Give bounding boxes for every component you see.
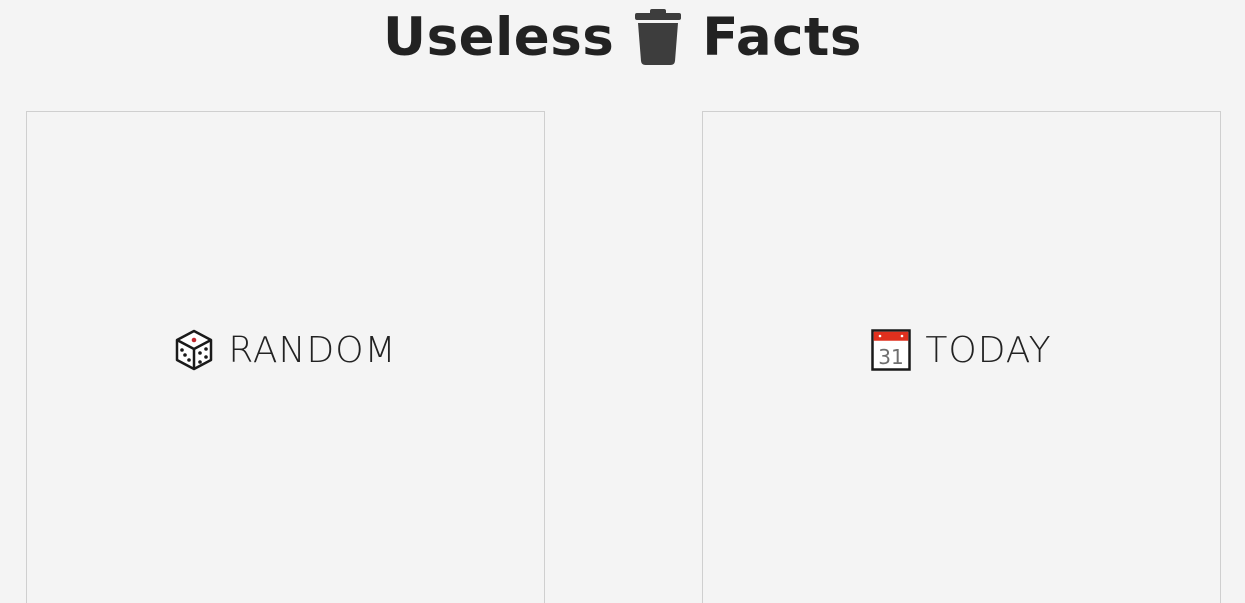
today-card-label: TODAY [925, 329, 1052, 371]
today-fact-card[interactable]: 31 TODAY [702, 111, 1221, 603]
random-card-label: RANDOM [228, 329, 397, 371]
calendar-icon: 31 [871, 329, 912, 371]
trash-icon [632, 8, 684, 66]
page: Useless Facts RANDOM 31 TODAY [0, 0, 1245, 603]
random-card-content: RANDOM [174, 329, 396, 371]
header: Useless Facts [0, 0, 1245, 74]
calendar-day-number: 31 [879, 345, 904, 369]
title-text-useless: Useless [383, 6, 615, 68]
random-fact-card[interactable]: RANDOM [26, 111, 545, 603]
today-card-content: 31 TODAY [871, 329, 1051, 371]
page-title: Useless Facts [383, 8, 862, 66]
title-text-facts: Facts [702, 6, 862, 68]
die-icon [174, 329, 214, 371]
